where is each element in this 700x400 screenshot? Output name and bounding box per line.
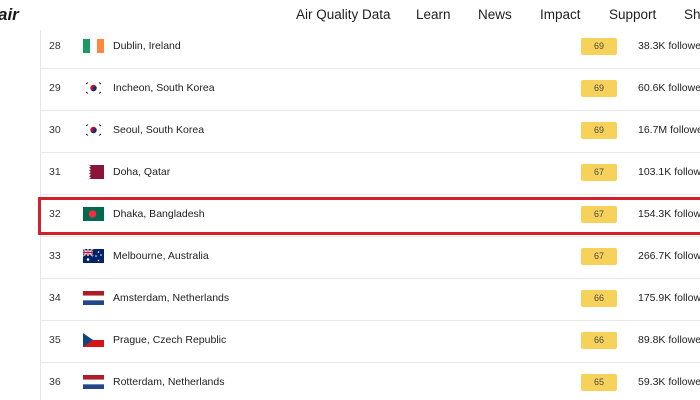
nav-air-quality-data[interactable]: Air Quality Data bbox=[296, 7, 391, 22]
table-row[interactable]: 31 Doha, Qatar 67 103.1K followers bbox=[41, 153, 700, 195]
aqi-badge: 67 bbox=[581, 164, 617, 181]
table-row[interactable]: 29 Incheon, South Korea 69 60.6K followe… bbox=[41, 69, 700, 111]
followers-count: 266.7K followers bbox=[638, 250, 700, 262]
rank-number: 34 bbox=[49, 292, 61, 304]
rank-number: 36 bbox=[49, 376, 61, 388]
followers-count: 103.1K followers bbox=[638, 166, 700, 178]
nav-learn[interactable]: Learn bbox=[416, 7, 451, 22]
aqi-badge: 69 bbox=[581, 80, 617, 97]
table-row[interactable]: 34 Amsterdam, Netherlands 66 175.9K foll… bbox=[41, 279, 700, 321]
logo[interactable]: air bbox=[0, 5, 19, 25]
followers-count: 89.8K followers bbox=[638, 334, 700, 346]
city-name[interactable]: Incheon, South Korea bbox=[113, 82, 215, 94]
followers-count: 38.3K followers bbox=[638, 40, 700, 52]
nav-shop[interactable]: Sh bbox=[684, 7, 700, 22]
aqi-badge: 67 bbox=[581, 248, 617, 265]
south-korea-flag-icon bbox=[83, 123, 104, 137]
table-row[interactable]: 36 Rotterdam, Netherlands 65 59.3K follo… bbox=[41, 363, 700, 400]
table-row[interactable]: 35 Prague, Czech Republic 66 89.8K follo… bbox=[41, 321, 700, 363]
followers-count: 60.6K followers bbox=[638, 82, 700, 94]
qatar-flag-icon bbox=[83, 165, 104, 179]
rank-number: 28 bbox=[49, 40, 61, 52]
aqi-badge: 69 bbox=[581, 122, 617, 139]
table-row[interactable]: 33 Melbourne, Australia 67 266.7K follow… bbox=[41, 237, 700, 279]
top-navigation: air Air Quality Data Learn News Impact S… bbox=[0, 0, 700, 30]
nav-impact[interactable]: Impact bbox=[540, 7, 581, 22]
city-name[interactable]: Seoul, South Korea bbox=[113, 124, 204, 136]
aqi-badge: 66 bbox=[581, 290, 617, 307]
rank-number: 31 bbox=[49, 166, 61, 178]
rank-number: 29 bbox=[49, 82, 61, 94]
rank-number: 33 bbox=[49, 250, 61, 262]
city-name[interactable]: Doha, Qatar bbox=[113, 166, 170, 178]
table-row[interactable]: 30 Seoul, South Korea 69 16.7M followers bbox=[41, 111, 700, 153]
aqi-badge: 65 bbox=[581, 374, 617, 391]
netherlands-flag-icon bbox=[83, 291, 104, 305]
rank-number: 35 bbox=[49, 334, 61, 346]
australia-flag-icon bbox=[83, 249, 104, 263]
followers-count: 59.3K followers bbox=[638, 376, 700, 388]
aqi-badge: 66 bbox=[581, 332, 617, 349]
city-name[interactable]: Prague, Czech Republic bbox=[113, 334, 226, 346]
nav-support[interactable]: Support bbox=[609, 7, 656, 22]
followers-count: 16.7M followers bbox=[638, 124, 700, 136]
rank-number: 30 bbox=[49, 124, 61, 136]
city-name[interactable]: Melbourne, Australia bbox=[113, 250, 209, 262]
followers-count: 175.9K followers bbox=[638, 292, 700, 304]
czech-republic-flag-icon bbox=[83, 333, 104, 347]
ireland-flag-icon bbox=[83, 39, 104, 53]
south-korea-flag-icon bbox=[83, 81, 104, 95]
netherlands-flag-icon bbox=[83, 375, 104, 389]
table-row[interactable]: 28 Dublin, Ireland 69 38.3K followers bbox=[41, 27, 700, 69]
city-name[interactable]: Rotterdam, Netherlands bbox=[113, 376, 224, 388]
nav-news[interactable]: News bbox=[478, 7, 512, 22]
aqi-badge: 69 bbox=[581, 38, 617, 55]
city-name[interactable]: Amsterdam, Netherlands bbox=[113, 292, 229, 304]
highlight-box bbox=[38, 197, 700, 235]
city-name[interactable]: Dublin, Ireland bbox=[113, 40, 181, 52]
